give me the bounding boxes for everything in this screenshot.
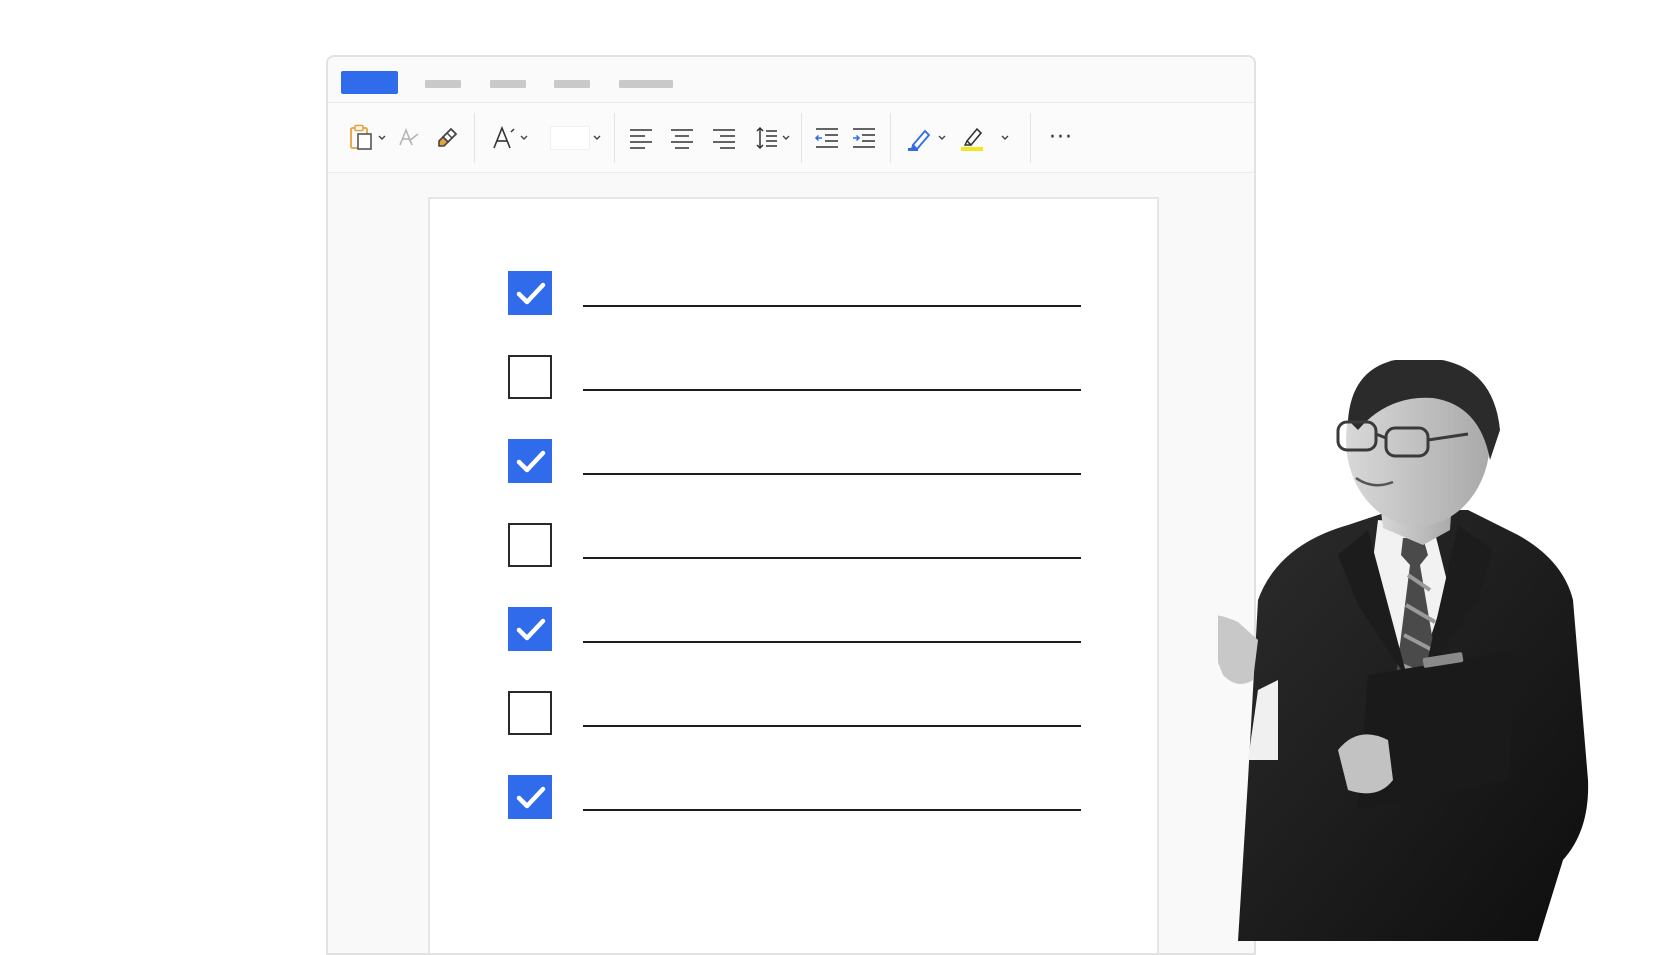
clear-formatting-button[interactable] — [394, 121, 422, 155]
checkmark-icon — [516, 618, 546, 641]
document-page[interactable] — [428, 197, 1159, 953]
align-right-button[interactable] — [709, 121, 739, 155]
checklist-item-line — [583, 809, 1081, 811]
document-editor-window: ··· — [326, 55, 1256, 955]
tab-home[interactable] — [341, 71, 398, 94]
chevron-down-icon — [1001, 135, 1009, 141]
pen-color-button[interactable] — [904, 121, 948, 155]
decrease-indent-icon — [814, 126, 840, 150]
clear-formatting-icon — [396, 126, 420, 150]
decrease-indent-button[interactable] — [812, 121, 842, 155]
checkbox-unchecked[interactable] — [508, 523, 552, 567]
checklist-item-line — [583, 389, 1081, 391]
font-size-icon — [491, 125, 517, 151]
checklist-item — [508, 775, 1081, 819]
pen-color-icon — [907, 125, 935, 151]
toolbar-separator — [1030, 113, 1031, 163]
chevron-down-icon — [938, 135, 946, 141]
checklist-item — [508, 271, 1081, 315]
toolbar-separator — [890, 113, 891, 163]
checkmark-icon — [516, 282, 546, 305]
checklist-item — [508, 355, 1081, 399]
checkbox-checked[interactable] — [508, 775, 552, 819]
paste-button[interactable] — [346, 121, 388, 155]
checklist-item — [508, 607, 1081, 651]
checkmark-icon — [516, 450, 546, 473]
chevron-down-icon — [593, 135, 601, 141]
font-size-dropdown[interactable] — [546, 121, 604, 155]
checklist-item-line — [583, 641, 1081, 643]
increase-indent-icon — [851, 126, 877, 150]
businessman-photo — [1218, 360, 1589, 941]
formatting-toolbar: ··· — [328, 103, 1254, 173]
align-center-button[interactable] — [667, 121, 697, 155]
highlight-color-button[interactable] — [956, 121, 1012, 155]
checklist-item-line — [583, 305, 1081, 307]
line-spacing-icon — [755, 126, 779, 150]
format-painter-button[interactable] — [432, 121, 462, 155]
checkbox-checked[interactable] — [508, 607, 552, 651]
align-left-icon — [628, 127, 654, 149]
checklist-item-line — [583, 725, 1081, 727]
checklist-item — [508, 691, 1081, 735]
checkbox-unchecked[interactable] — [508, 355, 552, 399]
align-left-button[interactable] — [626, 121, 656, 155]
font-size-field[interactable] — [549, 126, 590, 150]
checkbox-checked[interactable] — [508, 439, 552, 483]
more-options-button[interactable]: ··· — [1044, 121, 1078, 155]
document-canvas — [328, 173, 1254, 953]
checklist-item — [508, 523, 1081, 567]
line-spacing-button[interactable] — [751, 121, 793, 155]
checklist-item — [508, 439, 1081, 483]
chevron-down-icon — [378, 135, 386, 141]
toolbar-separator — [614, 113, 615, 163]
chevron-down-icon — [782, 135, 790, 141]
highlighter-icon — [959, 124, 987, 152]
font-size-button[interactable] — [488, 121, 530, 155]
checkbox-checked[interactable] — [508, 271, 552, 315]
ribbon-tab-bar — [328, 57, 1254, 103]
align-right-icon — [711, 127, 737, 149]
paste-icon — [349, 124, 375, 152]
tab-layout[interactable] — [490, 80, 526, 88]
tab-review[interactable] — [554, 80, 590, 88]
checklist-item-line — [583, 473, 1081, 475]
toolbar-separator — [801, 113, 802, 163]
align-center-icon — [669, 127, 695, 149]
more-icon: ··· — [1049, 125, 1073, 150]
checkmark-icon — [516, 786, 546, 809]
checklist-item-line — [583, 557, 1081, 559]
chevron-down-icon — [520, 135, 528, 141]
tab-insert[interactable] — [425, 80, 461, 88]
checkbox-unchecked[interactable] — [508, 691, 552, 735]
tab-view[interactable] — [619, 80, 673, 88]
format-painter-icon — [434, 125, 460, 151]
increase-indent-button[interactable] — [849, 121, 879, 155]
toolbar-separator — [474, 113, 475, 163]
